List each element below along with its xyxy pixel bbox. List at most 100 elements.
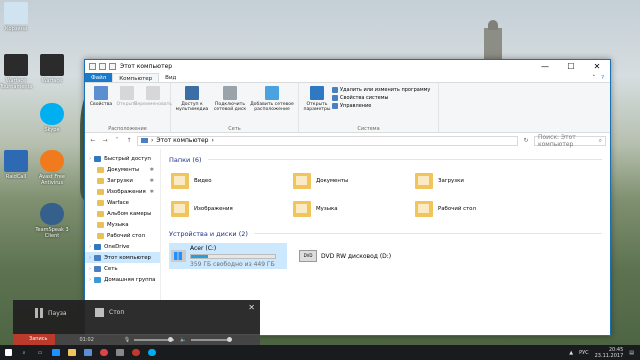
folder-item[interactable]: Загрузки <box>415 170 537 192</box>
store-icon[interactable] <box>80 345 96 360</box>
folder-icon <box>293 201 311 217</box>
sidebar-item[interactable]: Warface <box>85 197 160 208</box>
button-label: Свойства <box>89 102 113 107</box>
skype-taskbar-icon[interactable] <box>144 345 160 360</box>
desktop-icon[interactable]: Skype <box>30 103 74 133</box>
drive-free-space: 359 ГБ свободно из 449 ГБ <box>190 260 275 268</box>
sidebar-item[interactable]: › OneDrive <box>85 241 160 252</box>
folder-item[interactable]: Музыка <box>293 198 415 220</box>
sidebar-item[interactable]: Загрузки ✱ <box>85 175 160 186</box>
expand-chevron-icon[interactable]: › <box>89 244 91 250</box>
search-icon[interactable]: ⌕ <box>16 345 32 360</box>
sidebar-item-label: Этот компьютер <box>104 254 151 261</box>
system-icon <box>332 95 338 101</box>
pin-icon: ✱ <box>149 188 154 195</box>
back-arrow-icon[interactable]: ← <box>89 137 97 144</box>
forward-arrow-icon[interactable]: → <box>101 137 109 144</box>
mic-volume-slider[interactable] <box>134 336 175 342</box>
maximize-button[interactable]: ☐ <box>558 60 584 73</box>
clock[interactable]: 20:45 23.11.2017 <box>595 347 624 359</box>
drive-c[interactable]: Acer (C:) 359 ГБ свободно из 449 ГБ <box>169 243 287 269</box>
system-properties-link[interactable]: Свойства системы <box>332 95 430 101</box>
tab-computer[interactable]: Компьютер <box>112 73 160 82</box>
expand-chevron-icon[interactable]: › <box>89 266 91 272</box>
network-tray-icon[interactable]: ▲ <box>569 350 573 356</box>
pause-button[interactable]: Пауза <box>35 308 67 318</box>
sidebar-item[interactable]: › Быстрый доступ <box>85 153 160 164</box>
drive-d[interactable]: DVD DVD RW дисковод (D:) <box>297 243 415 269</box>
desktop-icon-label: Warface Tournaments <box>0 78 33 90</box>
sidebar-item[interactable]: › Этот компьютер <box>85 252 160 263</box>
search-placeholder: Поиск: Этот компьютер <box>538 133 576 148</box>
title-bar: Этот компьютер — ☐ ✕ <box>85 60 610 73</box>
speaker-volume-slider[interactable] <box>190 336 232 342</box>
sidebar-item[interactable]: Изображения ✱ <box>85 186 160 197</box>
up-arrow-icon[interactable]: ↑ <box>125 137 133 144</box>
tab-file[interactable]: Файл <box>85 73 113 82</box>
pause-icon <box>35 308 43 318</box>
folders-section-header[interactable]: Папки (6) <box>169 154 602 165</box>
expand-chevron-icon[interactable]: › <box>89 255 91 261</box>
stop-button[interactable]: Стоп <box>95 308 124 317</box>
refresh-icon[interactable]: ↻ <box>522 137 530 144</box>
link-label: Управление <box>340 103 372 109</box>
breadcrumb[interactable]: Этот компьютер <box>156 137 208 144</box>
recorder-taskbar-icon[interactable] <box>128 345 144 360</box>
sidebar-item[interactable]: Альбом камеры <box>85 208 160 219</box>
folder-icon <box>97 199 104 206</box>
drives-section-header[interactable]: Устройства и диски (2) <box>169 228 602 239</box>
folder-item[interactable]: Изображения <box>171 198 293 220</box>
management-icon <box>332 103 338 109</box>
expand-chevron-icon[interactable]: › <box>89 277 91 283</box>
chevron-down-icon[interactable]: ˅ <box>113 137 121 144</box>
uninstall-program-link[interactable]: Удалить или изменить программу <box>332 87 430 93</box>
desktop-icon[interactable]: Корзина <box>0 2 38 32</box>
window-title: Этот компьютер <box>120 63 173 70</box>
explorer-taskbar-icon[interactable] <box>64 345 80 360</box>
sidebar-item[interactable]: Музыка <box>85 219 160 230</box>
windows-icon <box>4 349 12 356</box>
sidebar-item[interactable]: Документы ✱ <box>85 164 160 175</box>
sidebar-item[interactable]: › Сеть <box>85 263 160 274</box>
sidebar-item[interactable]: › Домашняя группа <box>85 274 160 285</box>
folder-icon <box>171 173 189 189</box>
notifications-icon[interactable]: ▤ <box>629 350 634 356</box>
chrome-icon[interactable] <box>96 345 112 360</box>
task-view-icon[interactable]: ▭ <box>32 345 48 360</box>
folder-item[interactable]: Документы <box>293 170 415 192</box>
expand-chevron-icon[interactable]: › <box>89 156 91 162</box>
address-row: ← → ˅ ↑ › Этот компьютер › ↻ Поиск: Этот… <box>85 133 610 148</box>
microphone-icon[interactable]: 🎙 <box>124 337 130 343</box>
close-icon[interactable]: ✕ <box>248 303 255 312</box>
language-indicator[interactable]: РУС <box>579 350 589 356</box>
help-icon[interactable]: ? <box>601 73 610 82</box>
folder-icon <box>171 201 189 217</box>
chevron-up-icon[interactable]: ˄ <box>592 73 601 82</box>
sidebar-item[interactable]: Рабочий стол <box>85 230 160 241</box>
address-bar[interactable]: › Этот компьютер › <box>137 135 518 146</box>
search-input[interactable]: Поиск: Этот компьютер ⌕ <box>534 133 606 148</box>
folder-item[interactable]: Рабочий стол <box>415 198 537 220</box>
close-button[interactable]: ✕ <box>584 60 610 73</box>
button-label: Пауза <box>48 309 67 317</box>
desktop-icon[interactable]: Avast Free Antivirus <box>30 150 74 186</box>
new-folder-quick-icon[interactable] <box>109 63 116 70</box>
desktop-icon[interactable]: TeamSpeak 3 Client <box>30 203 74 239</box>
desktop-icon[interactable]: Warface <box>30 54 74 84</box>
edge-icon[interactable] <box>48 345 64 360</box>
folder-item[interactable]: Видео <box>171 170 293 192</box>
management-link[interactable]: Управление <box>332 103 430 109</box>
folders-grid: Видео Документы Загрузки Изображения Музыка Р… <box>169 165 602 228</box>
drive-usage-bar <box>190 253 276 259</box>
minimize-button[interactable]: — <box>532 60 558 73</box>
tray: ▲ РУС 20:45 23.11.2017 ▤ <box>569 347 640 359</box>
properties-quick-icon[interactable] <box>99 63 106 70</box>
start-button[interactable] <box>0 345 16 360</box>
tab-view[interactable]: Вид <box>159 73 182 82</box>
button-label: Стоп <box>109 309 125 316</box>
group-label: Сеть <box>228 126 241 132</box>
speaker-icon[interactable]: 🔈 <box>180 337 186 343</box>
sidebar-item-label: Загрузки <box>107 177 133 184</box>
app-icon[interactable] <box>112 345 128 360</box>
folder-icon <box>97 166 104 173</box>
